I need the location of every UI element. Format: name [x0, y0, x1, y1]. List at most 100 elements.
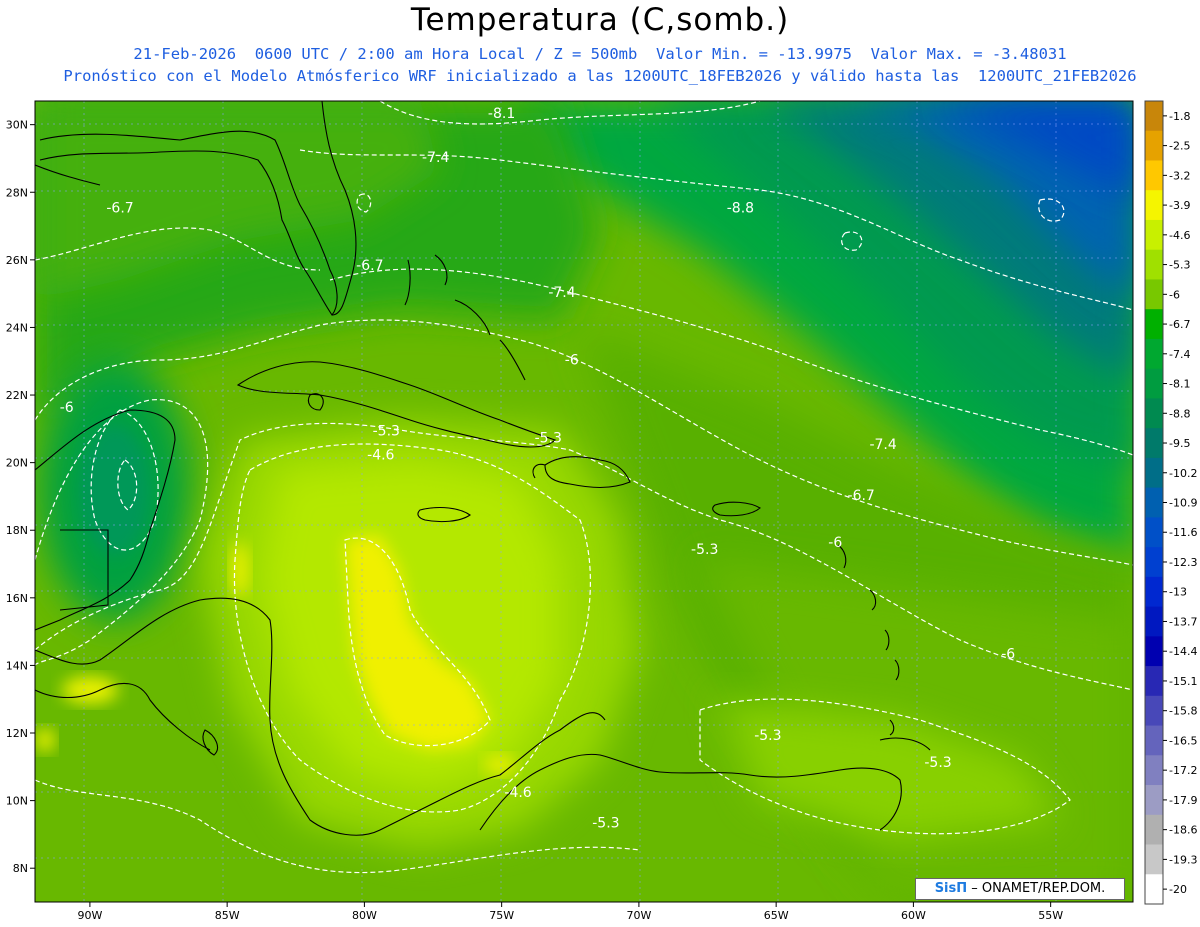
colorbar-label: -10.2	[1169, 467, 1197, 480]
latitude-tick-label: 12N	[6, 727, 28, 740]
latitude-tick-label: 26N	[6, 254, 28, 267]
contour-label: -5.3	[535, 430, 562, 446]
contour-label: -5.3	[754, 728, 781, 744]
colorbar-label: -3.9	[1169, 199, 1190, 212]
colorbar-label: -15.8	[1169, 705, 1197, 718]
contour-label: -6.7	[356, 258, 383, 274]
colorbar-label: -2.5	[1169, 140, 1190, 153]
longitude-tick-label: 90W	[77, 909, 102, 922]
credit-box: SisΠ – ONAMET/REP.DOM.	[915, 878, 1125, 900]
colorbar-swatch	[1145, 576, 1163, 608]
contour-label: -4.6	[367, 447, 394, 463]
contour-label: -6	[828, 535, 842, 551]
colorbar-swatch	[1145, 725, 1163, 756]
colorbar-swatch	[1145, 190, 1163, 221]
colorbar-swatch	[1145, 487, 1163, 518]
colorbar-label: -6.7	[1169, 318, 1190, 331]
latitude-tick-label: 30N	[6, 119, 28, 132]
colorbar-label: -6	[1169, 288, 1180, 301]
latitude-tick-label: 24N	[6, 321, 28, 334]
contour-label: -4.6	[504, 785, 531, 801]
latitude-tick-label: 22N	[6, 389, 28, 402]
colorbar-swatch	[1145, 755, 1163, 786]
colorbar-swatch	[1145, 428, 1163, 459]
colorbar: -1.8 -2.5 -3.2 -3.9 -4.6 -5.3 -6 -6.7 -7.4 -8.1 -8…	[1144, 100, 1197, 905]
colorbar-swatch	[1145, 279, 1163, 310]
contour-label: -5.3	[691, 542, 718, 558]
colorbar-label: -18.6	[1169, 824, 1197, 837]
latitude-tick-label: 16N	[6, 592, 28, 605]
colorbar-swatch	[1145, 457, 1163, 489]
colorbar-label: -3.2	[1169, 169, 1190, 182]
colorbar-label: -14.4	[1169, 645, 1197, 658]
latitude-tick-label: 28N	[6, 186, 28, 199]
colorbar-label: -17.2	[1169, 764, 1197, 777]
contour-label: -6	[1001, 647, 1015, 663]
longitude-tick-label: 60W	[901, 909, 926, 922]
colorbar-swatch	[1145, 398, 1163, 429]
colorbar-swatch	[1145, 874, 1163, 905]
latitude-tick-label: 14N	[6, 659, 28, 672]
contour-label: -8.1	[488, 106, 515, 122]
colorbar-swatch	[1145, 249, 1163, 280]
colorbar-label: -12.3	[1169, 556, 1197, 569]
colorbar-label: -7.4	[1169, 348, 1190, 361]
colorbar-label: -5.3	[1169, 259, 1190, 272]
colorbar-swatch	[1145, 219, 1163, 251]
colorbar-label: -13	[1169, 586, 1187, 599]
colorbar-swatch	[1145, 517, 1163, 548]
colorbar-label: -13.7	[1169, 615, 1197, 628]
longitude-axis: 90W 85W 80W 75W 70W 65W 60W 55W	[77, 902, 1063, 922]
contour-label: -5.3	[592, 816, 619, 832]
colorbar-swatch	[1145, 547, 1163, 578]
longitude-tick-label: 70W	[626, 909, 651, 922]
contour-label: -6.7	[106, 201, 133, 217]
latitude-axis: 30N 28N 26N 24N 22N 20N 18N 16N 14N 12N 10N 8N	[6, 119, 35, 875]
colorbar-label: -8.1	[1169, 378, 1190, 391]
contour-label: -7.4	[869, 437, 896, 453]
contour-label: -6	[60, 400, 74, 416]
colorbar-label: -9.5	[1169, 437, 1190, 450]
longitude-tick-label: 85W	[215, 909, 240, 922]
longitude-tick-label: 80W	[352, 909, 377, 922]
contour-label: -8.8	[727, 201, 754, 217]
credit-brand: SisΠ	[934, 881, 968, 896]
colorbar-swatch	[1145, 338, 1163, 370]
latitude-tick-label: 18N	[6, 524, 28, 537]
longitude-tick-label: 55W	[1038, 909, 1063, 922]
colorbar-label: -4.6	[1169, 229, 1190, 242]
colorbar-swatch	[1145, 666, 1163, 697]
latitude-tick-label: 20N	[6, 457, 28, 470]
latitude-tick-label: 10N	[6, 795, 28, 808]
colorbar-swatch	[1145, 368, 1163, 399]
contour-label: -5.3	[373, 424, 400, 440]
colorbar-swatch	[1145, 695, 1163, 727]
colorbar-label: -20	[1169, 883, 1187, 896]
colorbar-label: -19.3	[1169, 853, 1197, 866]
contour-label: -6	[565, 353, 579, 369]
colorbar-swatch	[1145, 130, 1163, 161]
colorbar-swatch	[1145, 785, 1163, 816]
colorbar-swatch	[1145, 844, 1163, 875]
colorbar-swatch	[1145, 309, 1163, 340]
colorbar-swatch	[1145, 814, 1163, 846]
colorbar-label: -17.9	[1169, 794, 1197, 807]
colorbar-swatch	[1145, 101, 1163, 132]
latitude-tick-label: 8N	[13, 862, 28, 875]
colorbar-label: -8.8	[1169, 407, 1190, 420]
longitude-tick-label: 65W	[764, 909, 789, 922]
colorbar-swatch	[1145, 160, 1163, 191]
credit-text: – ONAMET/REP.DOM.	[971, 881, 1106, 896]
longitude-tick-label: 75W	[489, 909, 514, 922]
contour-label: -6.7	[848, 488, 875, 504]
colorbar-swatch	[1145, 636, 1163, 667]
colorbar-label: -11.6	[1169, 526, 1197, 539]
contour-label: -5.3	[924, 755, 951, 771]
temperature-field	[35, 101, 1133, 902]
colorbar-label: -10.9	[1169, 497, 1197, 510]
contour-label: -7.4	[422, 150, 449, 166]
colorbar-label: -15.1	[1169, 675, 1197, 688]
temperature-map: -8.1 -7.4 -6.7 -8.8 -6.7 -7.4 -6 -6 -5.3 -5.3 -4.6…	[6, 100, 1197, 922]
colorbar-label: -16.5	[1169, 734, 1197, 747]
colorbar-label: -1.8	[1169, 110, 1190, 123]
